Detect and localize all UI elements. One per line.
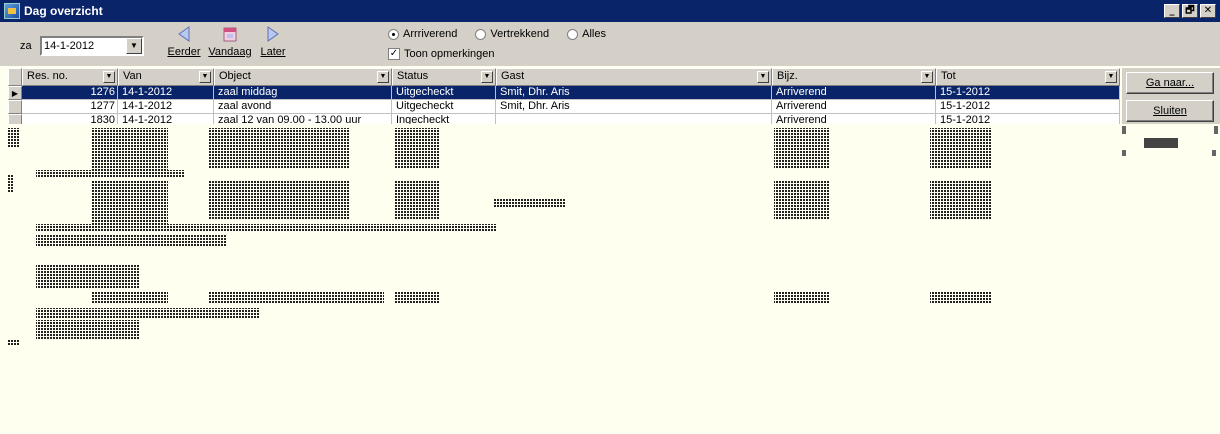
table-row[interactable]: 1277 14-1-2012 zaal avond Uitgecheckt Sm… bbox=[8, 100, 1120, 114]
rendering-artifacts bbox=[8, 128, 992, 346]
today-button[interactable]: Vandaag bbox=[208, 24, 252, 58]
row-indicator-header bbox=[8, 68, 22, 86]
goto-button[interactable]: Ga naar... bbox=[1126, 72, 1214, 94]
side-button-area: Ga naar... Sluiten bbox=[1122, 68, 1220, 124]
radio-arriving[interactable]: Arrriverend bbox=[388, 28, 457, 40]
cell-tot: 15-1-2012 bbox=[936, 86, 1120, 100]
app-icon bbox=[4, 3, 20, 19]
column-header-status[interactable]: Status ▼ bbox=[392, 68, 496, 86]
day-prefix-label: za bbox=[20, 40, 32, 52]
row-indicator bbox=[8, 114, 22, 124]
radio-all[interactable]: Alles bbox=[567, 28, 606, 40]
show-notes-label: Toon opmerkingen bbox=[404, 48, 495, 60]
chevron-down-icon[interactable]: ▼ bbox=[1105, 71, 1117, 83]
cell-van: 14-1-2012 bbox=[118, 86, 214, 100]
today-label: Vandaag bbox=[208, 46, 252, 58]
cell-gast bbox=[496, 114, 772, 124]
column-header-bijz[interactable]: Bijz. ▼ bbox=[772, 68, 936, 86]
column-header-van[interactable]: Van ▼ bbox=[118, 68, 214, 86]
chevron-down-icon[interactable]: ▼ bbox=[757, 71, 769, 83]
cell-status: Uitgecheckt bbox=[392, 86, 496, 100]
close-button[interactable]: ✕ bbox=[1200, 4, 1216, 18]
side-panel: Ga naar... Sluiten bbox=[1122, 68, 1220, 434]
chevron-down-icon[interactable]: ▼ bbox=[481, 71, 493, 83]
title-bar: Dag overzicht _ 🗗 ✕ bbox=[0, 0, 1220, 22]
cell-bijz: Arriverend bbox=[772, 114, 936, 124]
close-dialog-button[interactable]: Sluiten bbox=[1126, 100, 1214, 122]
cell-bijz: Arriverend bbox=[772, 86, 936, 100]
table-row[interactable]: ▶ 1276 14-1-2012 zaal middag Uitgecheckt… bbox=[8, 86, 1120, 100]
cell-gast: Smit, Dhr. Aris bbox=[496, 86, 772, 100]
date-value: 14-1-2012 bbox=[44, 40, 95, 52]
radio-departing[interactable]: Vertrekkend bbox=[475, 28, 549, 40]
cell-status: Uitgecheckt bbox=[392, 100, 496, 114]
day-overview-window: Dag overzicht _ 🗗 ✕ za 14-1-2012 ▼ Eerde… bbox=[0, 0, 1220, 434]
chevron-down-icon[interactable]: ▼ bbox=[199, 71, 211, 83]
window-title: Dag overzicht bbox=[24, 4, 103, 18]
checkmark-icon: ✓ bbox=[388, 48, 400, 60]
cell-gast: Smit, Dhr. Aris bbox=[496, 100, 772, 114]
show-notes-checkbox[interactable]: ✓ Toon opmerkingen bbox=[388, 48, 495, 60]
row-indicator bbox=[8, 100, 22, 114]
column-header-object[interactable]: Object ▼ bbox=[214, 68, 392, 86]
cell-tot: 15-1-2012 bbox=[936, 100, 1120, 114]
toolbar: za 14-1-2012 ▼ Eerder Vandaag Later Arrr… bbox=[0, 22, 1220, 66]
cell-object: zaal 12 van 09.00 - 13.00 uur bbox=[214, 114, 392, 124]
column-header-gast[interactable]: Gast ▼ bbox=[496, 68, 772, 86]
cell-tot: 15-1-2012 bbox=[936, 114, 1120, 124]
calendar-icon bbox=[223, 27, 237, 42]
column-header-res-no[interactable]: Res. no. ▼ bbox=[22, 68, 118, 86]
cell-van: 14-1-2012 bbox=[118, 114, 214, 124]
reservations-grid[interactable]: Res. no. ▼ Van ▼ Object ▼ Status ▼ Gast ▼ Bij… bbox=[8, 68, 1120, 430]
chevron-down-icon[interactable]: ▼ bbox=[377, 71, 389, 83]
earlier-label: Eerder bbox=[167, 46, 201, 58]
arrow-right-icon bbox=[267, 26, 279, 42]
side-artifacts bbox=[1122, 126, 1218, 156]
arrow-left-icon bbox=[178, 26, 190, 42]
chevron-down-icon[interactable]: ▼ bbox=[126, 38, 142, 54]
direction-filter: Arrriverend Vertrekkend Alles bbox=[388, 28, 606, 40]
cell-object: zaal middag bbox=[214, 86, 392, 100]
radio-dot-icon bbox=[567, 28, 579, 40]
radio-dot-icon bbox=[388, 28, 399, 40]
earlier-button[interactable]: Eerder bbox=[166, 24, 202, 58]
cell-res-no: 1830 bbox=[22, 114, 118, 124]
cell-object: zaal avond bbox=[214, 100, 392, 114]
cell-van: 14-1-2012 bbox=[118, 100, 214, 114]
column-header-tot[interactable]: Tot ▼ bbox=[936, 68, 1120, 86]
restore-button[interactable]: 🗗 bbox=[1182, 4, 1198, 18]
cell-res-no: 1276 bbox=[22, 86, 118, 100]
date-picker[interactable]: 14-1-2012 ▼ bbox=[40, 36, 144, 56]
later-label: Later bbox=[260, 46, 286, 58]
window-controls: _ 🗗 ✕ bbox=[1164, 4, 1216, 18]
table-row[interactable]: 1830 14-1-2012 zaal 12 van 09.00 - 13.00… bbox=[8, 114, 1120, 124]
chevron-down-icon[interactable]: ▼ bbox=[103, 71, 115, 83]
minimize-button[interactable]: _ bbox=[1164, 4, 1180, 18]
cell-res-no: 1277 bbox=[22, 100, 118, 114]
radio-dot-icon bbox=[475, 28, 487, 40]
later-button[interactable]: Later bbox=[258, 24, 288, 58]
cell-status: Ingecheckt bbox=[392, 114, 496, 124]
chevron-down-icon[interactable]: ▼ bbox=[921, 71, 933, 83]
cell-bijz: Arriverend bbox=[772, 100, 936, 114]
current-row-icon: ▶ bbox=[8, 86, 22, 100]
grid-header: Res. no. ▼ Van ▼ Object ▼ Status ▼ Gast ▼ Bij… bbox=[8, 68, 1120, 86]
